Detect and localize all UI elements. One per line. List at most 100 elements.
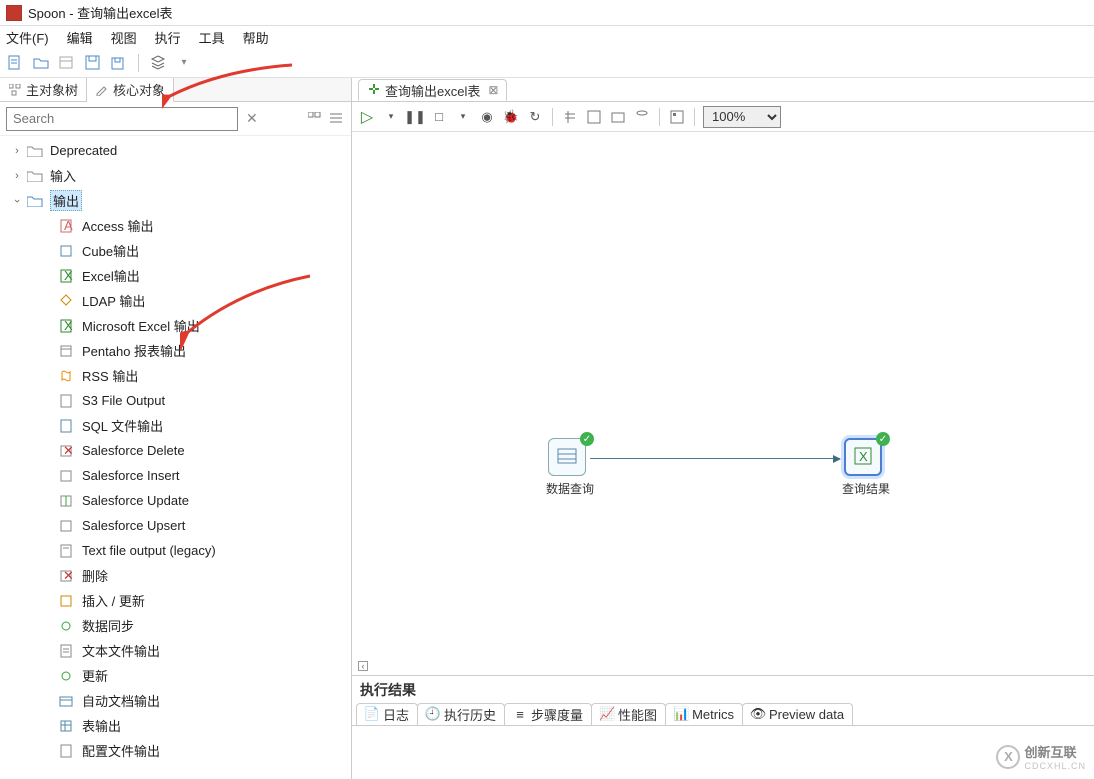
- tree-label: Salesforce Update: [82, 493, 189, 508]
- tree-label: S3 File Output: [82, 393, 165, 408]
- sql-icon[interactable]: [609, 108, 627, 126]
- new-file-icon[interactable]: [6, 54, 24, 72]
- expand-twist-icon[interactable]: ›: [10, 170, 24, 182]
- tree-item[interactable]: ✕删除: [0, 563, 351, 588]
- search-clear-icon[interactable]: ✕: [244, 110, 260, 127]
- step-icon: [58, 393, 74, 409]
- tab-label: Metrics: [692, 707, 734, 722]
- open-file-icon[interactable]: [32, 54, 50, 72]
- tree-item[interactable]: RSS 输出: [0, 363, 351, 388]
- tab-perf-graph[interactable]: 📈性能图: [591, 703, 666, 725]
- expand-twist-icon[interactable]: ›: [10, 145, 24, 157]
- collapse-all-icon[interactable]: [329, 111, 345, 127]
- tree-label: RSS 输出: [82, 366, 138, 385]
- success-badge-icon: ✓: [580, 432, 594, 446]
- tree-item[interactable]: Salesforce Upsert: [0, 513, 351, 538]
- menu-file[interactable]: 文件(F): [6, 28, 49, 47]
- tree-label: Cube输出: [82, 241, 139, 260]
- tree-item[interactable]: Pentaho 报表输出: [0, 338, 351, 363]
- tab-preview-data[interactable]: 👁Preview data: [742, 703, 853, 725]
- tab-step-metrics[interactable]: ≡步骤度量: [504, 703, 592, 725]
- tree-item[interactable]: S3 File Output: [0, 388, 351, 413]
- close-tab-icon[interactable]: ⊠: [488, 83, 498, 97]
- expand-all-icon[interactable]: [307, 111, 323, 127]
- dropdown-menu-icon[interactable]: ▾: [175, 54, 193, 72]
- debug-icon[interactable]: 🐞: [502, 108, 520, 126]
- explore-icon[interactable]: [58, 54, 76, 72]
- menu-tools[interactable]: 工具: [199, 28, 225, 47]
- step-icon: [58, 468, 74, 484]
- tree-item[interactable]: XMicrosoft Excel 输出: [0, 313, 351, 338]
- editor-tab-active[interactable]: 查询输出excel表 ⊠: [358, 79, 507, 101]
- save-as-icon[interactable]: [110, 54, 128, 72]
- tab-core-objects[interactable]: 核心对象: [87, 78, 174, 102]
- run-dropdown-icon[interactable]: ▾: [382, 108, 400, 126]
- tree-item[interactable]: Salesforce Insert: [0, 463, 351, 488]
- db-explore-icon[interactable]: [633, 108, 651, 126]
- tree-item[interactable]: 数据同步: [0, 613, 351, 638]
- tree-input[interactable]: › 输入: [0, 163, 351, 188]
- metrics-icon: 📊: [674, 707, 688, 721]
- canvas[interactable]: ✓ 数据查询 X ✓ 查询结果 ‹: [352, 132, 1094, 675]
- save-icon[interactable]: [84, 54, 102, 72]
- tab-label: 日志: [383, 705, 409, 724]
- verify-icon[interactable]: [561, 108, 579, 126]
- run-icon[interactable]: ▷: [358, 108, 376, 126]
- menu-view[interactable]: 视图: [111, 28, 137, 47]
- step-icon: [58, 618, 74, 634]
- toolbar-separator: [552, 108, 553, 126]
- tree-item[interactable]: AAccess 输出: [0, 213, 351, 238]
- eye-icon: 👁: [751, 707, 765, 721]
- menu-run[interactable]: 执行: [155, 28, 181, 47]
- tree-item[interactable]: LDAP 输出: [0, 288, 351, 313]
- tree-item[interactable]: 配置文件输出: [0, 738, 351, 763]
- tree-output[interactable]: › 输出: [0, 188, 351, 213]
- tree-item[interactable]: Text file output (legacy): [0, 538, 351, 563]
- tree-item[interactable]: SQL 文件输出: [0, 413, 351, 438]
- tree-item[interactable]: ✕Salesforce Delete: [0, 438, 351, 463]
- tab-main-objects[interactable]: 主对象树: [0, 78, 87, 101]
- node-query-result[interactable]: X ✓ 查询结果: [842, 438, 884, 497]
- preview-icon[interactable]: ◉: [478, 108, 496, 126]
- replay-icon[interactable]: ↻: [526, 108, 544, 126]
- impact-icon[interactable]: [585, 108, 603, 126]
- layers-icon[interactable]: [149, 54, 167, 72]
- editor-toolbar: ▷ ▾ ❚❚ □ ▾ ◉ 🐞 ↻ 100%: [352, 102, 1094, 132]
- tree-item[interactable]: Cube输出: [0, 238, 351, 263]
- chart-icon: 📈: [600, 707, 614, 721]
- search-input[interactable]: [6, 107, 238, 131]
- tab-metrics[interactable]: 📊 Metrics: [665, 703, 743, 725]
- editor-tab-label: 查询输出excel表: [385, 81, 480, 100]
- tab-log[interactable]: 📄日志: [356, 703, 418, 725]
- menu-help[interactable]: 帮助: [243, 28, 269, 47]
- tree-item[interactable]: 更新: [0, 663, 351, 688]
- tree-item[interactable]: XExcel输出: [0, 263, 351, 288]
- pause-icon[interactable]: ❚❚: [406, 108, 424, 126]
- hop-edge[interactable]: [590, 458, 840, 459]
- stop-dropdown-icon[interactable]: ▾: [454, 108, 472, 126]
- expand-minimap-icon[interactable]: ‹: [358, 661, 368, 671]
- stop-icon[interactable]: □: [430, 108, 448, 126]
- tree-item[interactable]: 自动文档输出: [0, 688, 351, 713]
- tree-deprecated[interactable]: › Deprecated: [0, 138, 351, 163]
- zoom-select[interactable]: 100%: [703, 106, 781, 128]
- tree-label: Deprecated: [50, 143, 117, 158]
- menu-edit[interactable]: 编辑: [67, 28, 93, 47]
- node-data-query[interactable]: ✓ 数据查询: [546, 438, 588, 497]
- tree-item[interactable]: Salesforce Update: [0, 488, 351, 513]
- svg-text:X: X: [64, 269, 73, 283]
- tab-history[interactable]: 🕘执行历史: [417, 703, 505, 725]
- tree-label: SQL 文件输出: [82, 416, 163, 435]
- tree-label: Salesforce Upsert: [82, 518, 185, 533]
- watermark-text: 创新互联: [1024, 742, 1086, 761]
- pencil-icon: [95, 83, 109, 97]
- show-results-icon[interactable]: [668, 108, 686, 126]
- tree-item[interactable]: 文本文件输出: [0, 638, 351, 663]
- window-title: Spoon - 查询输出excel表: [28, 3, 173, 22]
- tree-label: Salesforce Delete: [82, 443, 185, 458]
- tree-item[interactable]: 插入 / 更新: [0, 588, 351, 613]
- svg-text:A: A: [64, 219, 73, 233]
- toolbar-separator: [694, 108, 695, 126]
- collapse-twist-icon[interactable]: ›: [11, 194, 23, 208]
- tree-item[interactable]: 表输出: [0, 713, 351, 738]
